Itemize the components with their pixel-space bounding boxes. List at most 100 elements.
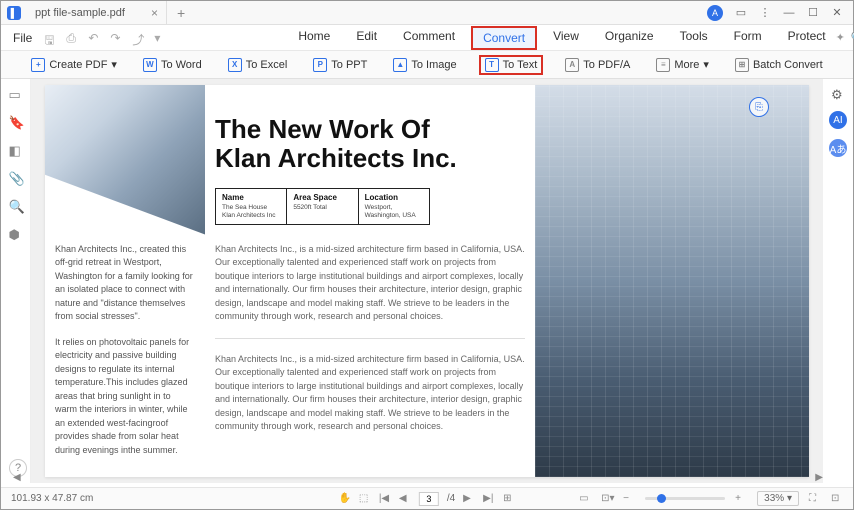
chevron-down-icon: ▾ — [703, 58, 709, 71]
scroll-right-icon[interactable]: ▶ — [815, 472, 823, 483]
fullscreen-icon[interactable]: ⊡ — [831, 493, 843, 504]
main-tabs: Home Edit Comment Convert View Organize … — [288, 26, 835, 50]
page-dimensions: 101.93 x 47.87 cm — [11, 493, 93, 504]
bookmark-icon[interactable]: 🔖 — [9, 115, 23, 129]
pdf-page: Khan Architects Inc., created this off-g… — [45, 85, 809, 477]
next-page-icon[interactable]: ▶ — [463, 493, 475, 504]
settings-slider-icon[interactable]: ⚙ — [831, 87, 845, 101]
window-settings-icon[interactable]: ▭ — [735, 7, 747, 19]
undo-icon[interactable]: ↶ — [88, 31, 102, 45]
save-icon[interactable]: 🖫 — [44, 31, 58, 45]
tab-view[interactable]: View — [543, 26, 589, 50]
tab-comment[interactable]: Comment — [393, 26, 465, 50]
titlebar: ▌ ppt file-sample.pdf × + A ▭ ⋮ ― ☐ ✕ — [1, 1, 853, 25]
zoom-in-icon[interactable]: + — [735, 493, 747, 504]
hand-tool-icon[interactable]: ✋ — [339, 493, 351, 504]
select-tool-icon[interactable]: ⬚ — [359, 493, 371, 504]
to-pdfa-button[interactable]: A To PDF/A — [561, 56, 634, 74]
tab-convert[interactable]: Convert — [471, 26, 537, 50]
app-icon: ▌ — [7, 6, 21, 20]
body-paragraph: Khan Architects Inc., is a mid-sized arc… — [215, 353, 525, 434]
zoom-slider[interactable] — [645, 497, 725, 500]
tab-form[interactable]: Form — [724, 26, 772, 50]
page-image-right — [535, 85, 809, 477]
zoom-value[interactable]: 33% ▾ — [757, 491, 799, 506]
form-mode-icon[interactable]: ⊡▾ — [601, 493, 613, 504]
to-ppt-button[interactable]: P To PPT — [309, 56, 371, 74]
maximize-icon[interactable]: ☐ — [807, 7, 819, 19]
fit-width-icon[interactable]: ⛶ — [809, 493, 821, 504]
excel-icon: X — [228, 58, 242, 72]
table-header: Area Space — [293, 193, 351, 202]
batch-convert-button[interactable]: ⊞ Batch Convert — [731, 56, 827, 74]
info-table: Name The Sea House Klan Architects Inc A… — [215, 188, 430, 225]
scroll-left-icon[interactable]: ◀ — [13, 472, 21, 483]
left-sidebar: ▭ 🔖 ◧ 📎 🔍 ⬢ — [1, 79, 31, 483]
more-button[interactable]: ≡ More ▾ — [652, 56, 713, 74]
batch-icon: ⊞ — [735, 58, 749, 72]
ppt-icon: P — [313, 58, 327, 72]
document-canvas[interactable]: Khan Architects Inc., created this off-g… — [31, 79, 823, 483]
close-window-icon[interactable]: ✕ — [831, 7, 843, 19]
zoom-out-icon[interactable]: − — [623, 493, 635, 504]
zoom-thumb[interactable] — [657, 494, 666, 503]
minimize-icon[interactable]: ― — [783, 7, 795, 19]
table-value: Westport, Washington, USA — [365, 204, 423, 220]
tab-tools[interactable]: Tools — [670, 26, 718, 50]
more-icon: ≡ — [656, 58, 670, 72]
page-left-paragraph: Khan Architects Inc., created this off-g… — [55, 243, 195, 324]
last-page-icon[interactable]: ▶| — [483, 493, 495, 504]
page-image-left — [45, 85, 205, 235]
attachment-icon[interactable]: 📎 — [9, 171, 23, 185]
search-panel-icon[interactable]: 🔍 — [9, 199, 23, 213]
file-menu[interactable]: File — [7, 31, 38, 45]
tab-protect[interactable]: Protect — [778, 26, 836, 50]
to-word-button[interactable]: W To Word — [139, 56, 206, 74]
page-left-paragraph: It relies on photovoltaic panels for ele… — [55, 336, 195, 458]
first-page-icon[interactable]: |◀ — [379, 493, 391, 504]
translate-icon[interactable]: Aあ — [829, 139, 847, 157]
table-header: Location — [365, 193, 423, 202]
right-sidebar: ⚙ AI Aあ — [823, 79, 853, 483]
print-icon[interactable]: ⎙ — [66, 31, 80, 45]
redo-icon[interactable]: ↷ — [110, 31, 124, 45]
to-excel-button[interactable]: X To Excel — [224, 56, 292, 74]
workspace: ▭ 🔖 ◧ 📎 🔍 ⬢ Khan Architects Inc., create… — [1, 79, 853, 483]
close-tab-icon[interactable]: × — [151, 6, 158, 20]
layers-icon[interactable]: ◧ — [9, 143, 23, 157]
tab-edit[interactable]: Edit — [346, 26, 387, 50]
table-header: Name — [222, 193, 280, 202]
qat-dropdown-icon[interactable]: ▾ — [154, 31, 168, 45]
image-icon: ▲ — [393, 58, 407, 72]
body-paragraph: Khan Architects Inc., is a mid-sized arc… — [215, 243, 525, 324]
page-thumbnail-icon[interactable]: ▭ — [9, 87, 23, 101]
create-pdf-icon: + — [31, 58, 45, 72]
tab-title: ppt file-sample.pdf — [35, 7, 125, 19]
word-icon: W — [143, 58, 157, 72]
statusbar: 101.93 x 47.87 cm ✋ ⬚ |◀ ◀ /4 ▶ ▶| ⊞ ▭ ⊡… — [1, 487, 853, 509]
document-tab[interactable]: ppt file-sample.pdf × — [27, 1, 167, 24]
prev-page-icon[interactable]: ◀ — [399, 493, 411, 504]
to-image-button[interactable]: ▲ To Image — [389, 56, 460, 74]
ai-assistant-icon[interactable]: AI — [829, 111, 847, 129]
view-mode-icon[interactable]: ⊞ — [503, 493, 515, 504]
kebab-menu-icon[interactable]: ⋮ — [759, 7, 771, 19]
create-pdf-button[interactable]: + Create PDF ▾ — [27, 56, 121, 74]
add-tab-button[interactable]: + — [167, 5, 195, 21]
stamps-icon[interactable]: ⬢ — [9, 227, 23, 241]
tab-organize[interactable]: Organize — [595, 26, 664, 50]
to-text-button[interactable]: T To Text — [479, 55, 544, 75]
ribbon: + Create PDF ▾ W To Word X To Excel P To… — [1, 51, 853, 79]
menubar: File 🖫 ⎙ ↶ ↷ ⤴ ▾ Home Edit Comment Conve… — [1, 25, 853, 51]
share-icon[interactable]: ⤴ — [132, 31, 146, 45]
user-avatar[interactable]: A — [707, 5, 723, 21]
floating-copy-icon[interactable]: ⎘ — [749, 97, 769, 117]
search-star-icon[interactable]: ✦ — [836, 31, 845, 44]
table-value: The Sea House Klan Architects Inc — [222, 204, 280, 220]
page-total: /4 — [447, 493, 455, 504]
read-mode-icon[interactable]: ▭ — [579, 493, 591, 504]
table-value: 5520ft Total — [293, 204, 351, 212]
page-number-input[interactable] — [419, 492, 439, 506]
pdfa-icon: A — [565, 58, 579, 72]
tab-home[interactable]: Home — [288, 26, 340, 50]
